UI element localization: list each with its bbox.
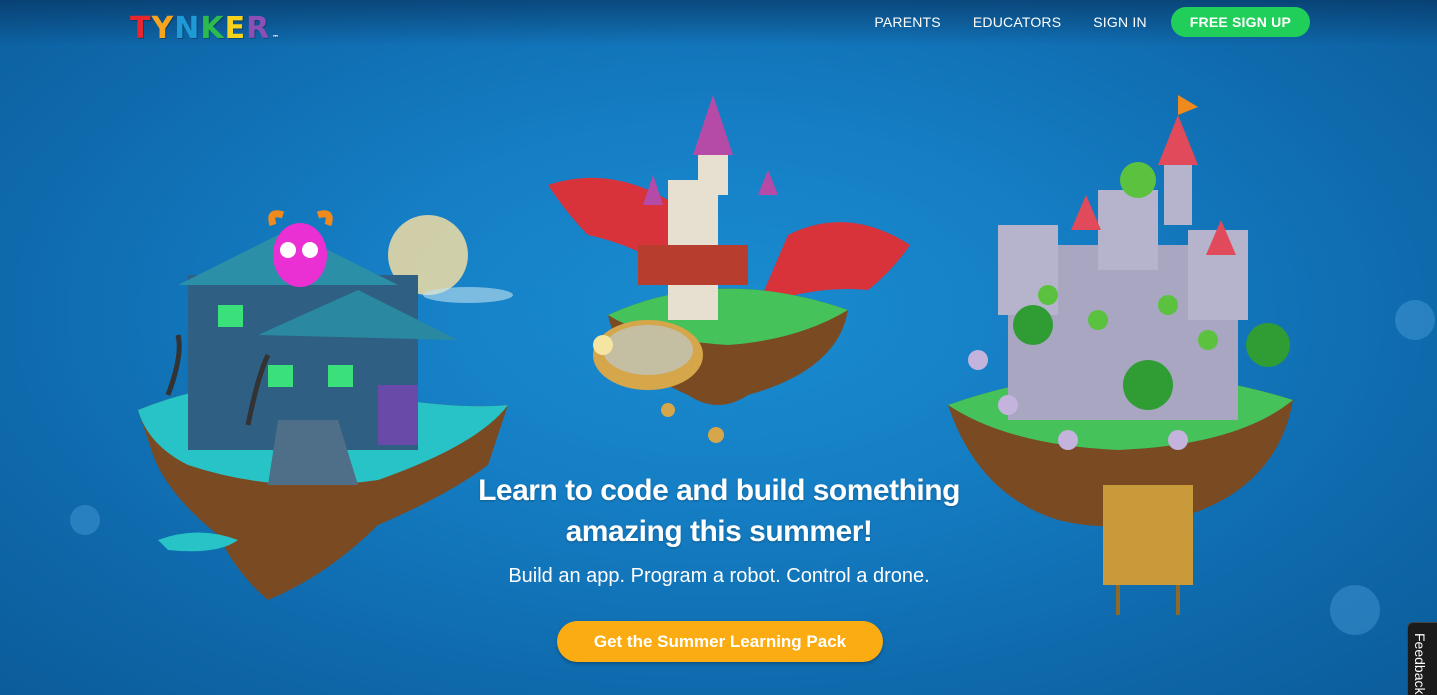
- summer-learning-pack-button[interactable]: Get the Summer Learning Pack: [557, 621, 883, 662]
- feedback-tab[interactable]: Feedback: [1407, 622, 1437, 695]
- tynker-logo[interactable]: T Y N K E R ™: [130, 6, 280, 44]
- background-sparkle: [70, 505, 100, 535]
- feedback-label: Feedback: [1412, 633, 1428, 695]
- hero-subheadline: Build an app. Program a robot. Control a…: [508, 565, 930, 587]
- dragon-airship-island-illustration: [548, 95, 910, 443]
- trademark-symbol: ™: [272, 34, 281, 42]
- free-sign-up-button[interactable]: FREE SIGN UP: [1170, 6, 1310, 37]
- logo-letter: R: [246, 11, 271, 46]
- nav-link-sign-in[interactable]: SIGN IN: [1093, 14, 1147, 30]
- logo-letter: Y: [151, 11, 175, 46]
- main-nav: PARENTS EDUCATORS SIGN IN FREE SIGN UP: [842, 6, 1310, 37]
- nav-link-educators[interactable]: EDUCATORS: [973, 14, 1061, 30]
- hero-section: Learn to code and build something amazin…: [468, 470, 970, 588]
- background-sparkle: [1395, 300, 1435, 340]
- nav-link-parents[interactable]: PARENTS: [874, 14, 941, 30]
- background-sparkle: [1330, 585, 1380, 635]
- haunted-house-island-illustration: [138, 210, 513, 600]
- hero-headline-line-2: amazing this summer!: [565, 515, 873, 548]
- hero-headline-line-1: Learn to code and build something: [478, 474, 960, 507]
- logo-letter: N: [174, 11, 201, 46]
- goblin-castle-island-illustration: [948, 95, 1293, 615]
- hero-headline: Learn to code and build something amazin…: [468, 470, 970, 552]
- logo-letter: T: [130, 11, 152, 46]
- logo-letter: E: [224, 11, 247, 46]
- logo-letter: K: [200, 11, 225, 46]
